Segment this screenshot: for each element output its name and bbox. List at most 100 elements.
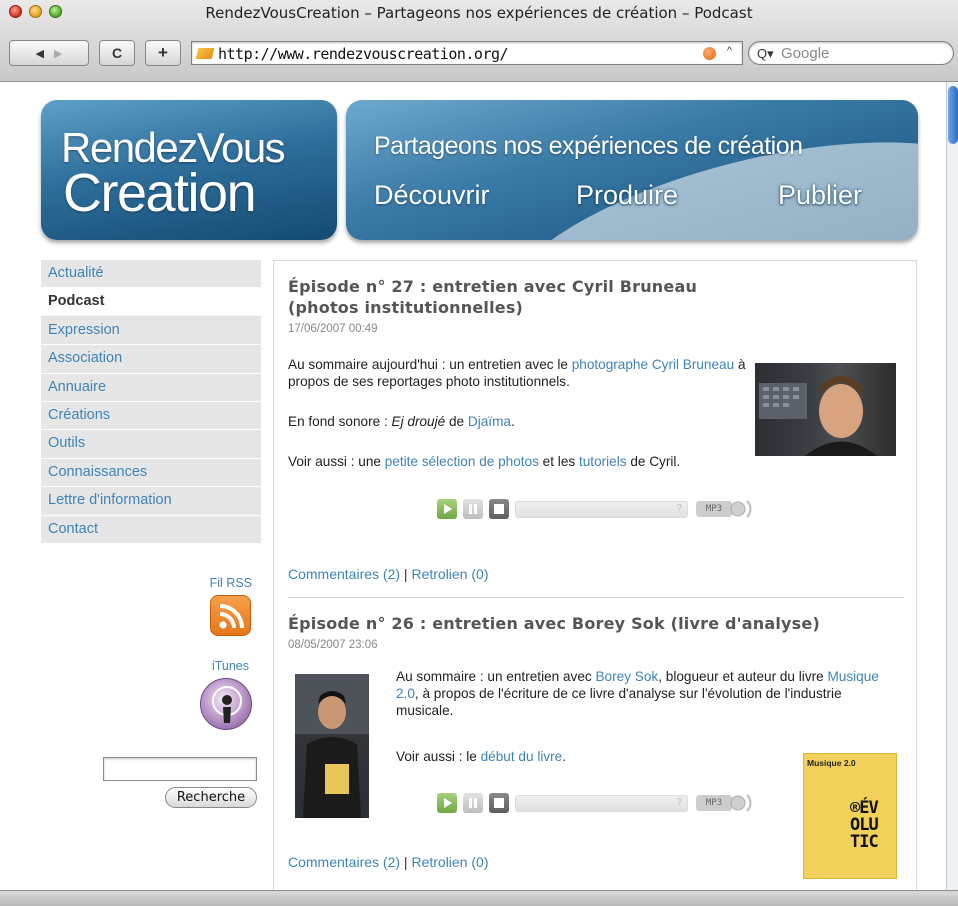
- episode-27-audio-player: ? MP3: [437, 498, 767, 520]
- stop-button[interactable]: [489, 499, 509, 519]
- see-text: de Cyril.: [626, 454, 681, 469]
- pause-button[interactable]: [463, 793, 483, 813]
- browser-status-bar: [0, 890, 958, 906]
- rss-feed-link[interactable]: Fil RSS: [160, 576, 252, 590]
- link-separator: |: [400, 566, 412, 582]
- pause-button[interactable]: [463, 499, 483, 519]
- trackbacks-link[interactable]: Retrolien (0): [411, 566, 488, 582]
- play-button[interactable]: [437, 499, 457, 519]
- borey-sok-link[interactable]: Borey Sok: [595, 669, 658, 684]
- volume-icon[interactable]: [728, 789, 756, 817]
- history-caret-icon[interactable]: ^: [727, 45, 732, 57]
- nav-item-outils[interactable]: Outils: [41, 430, 261, 459]
- book-cover-title: Musique 2.0: [807, 758, 856, 768]
- djaima-link[interactable]: Djaïma: [468, 414, 511, 429]
- logo-line2: Creation: [63, 163, 257, 223]
- rss-feed-icon[interactable]: [210, 595, 251, 636]
- nav-item-podcast[interactable]: Podcast: [41, 288, 261, 317]
- nav-item-expression[interactable]: Expression: [41, 316, 261, 346]
- nav-item-creations[interactable]: Créations: [41, 401, 261, 431]
- reload-button[interactable]: C: [99, 40, 135, 66]
- nav-item-annuaire[interactable]: Annuaire: [41, 373, 261, 402]
- photographer-link[interactable]: photographe Cyril Bruneau: [572, 357, 734, 372]
- summary-text: Au sommaire aujourd'hui : un entretien a…: [288, 357, 572, 372]
- link-separator: |: [400, 854, 412, 870]
- banner-word-decouvrir: Découvrir: [374, 180, 490, 210]
- episode-26-summary: Au sommaire : un entretien avec Borey So…: [396, 668, 896, 719]
- see-text: et les: [538, 454, 579, 469]
- scrollbar-thumb[interactable]: [948, 86, 958, 144]
- see-text: .: [562, 749, 567, 764]
- site-logo[interactable]: RendezVous Creation: [41, 100, 337, 240]
- site-favicon-icon: [195, 48, 215, 59]
- episode-26-title[interactable]: Épisode n° 26 : entretien avec Borey Sok…: [288, 613, 908, 634]
- back-forward-buttons[interactable]: ◀ ▶: [9, 40, 89, 66]
- comments-link[interactable]: Commentaires (2): [288, 854, 400, 870]
- stop-button[interactable]: [489, 793, 509, 813]
- nav-item-connaissances[interactable]: Connaissances: [41, 458, 261, 488]
- nav-item-contact[interactable]: Contact: [41, 515, 261, 544]
- tutorials-link[interactable]: tutoriels: [579, 454, 627, 469]
- book-cover-image[interactable]: Musique 2.0 ®ÉV OLU TIC: [803, 753, 897, 879]
- episode-26-date: 08/05/2007 23:06: [288, 639, 378, 651]
- browser-search-field[interactable]: Q▾ Google: [748, 41, 954, 65]
- see-text: Voir aussi : une: [288, 454, 385, 469]
- photos-selection-link[interactable]: petite sélection de photos: [385, 454, 539, 469]
- site-search-input[interactable]: [103, 757, 257, 781]
- search-button[interactable]: Recherche: [165, 787, 257, 808]
- bg-text: .: [510, 414, 515, 429]
- main-content: Épisode n° 27 : entretien avec Cyril Bru…: [273, 260, 917, 890]
- back-arrow-icon[interactable]: ◀: [36, 47, 44, 60]
- book-cover-text: ®ÉV OLU TIC: [850, 798, 879, 852]
- episode-27-title[interactable]: Épisode n° 27 : entretien avec Cyril Bru…: [288, 276, 768, 318]
- rss-subscribe-icon[interactable]: [703, 47, 716, 60]
- comments-link[interactable]: Commentaires (2): [288, 566, 400, 582]
- plus-icon: +: [158, 43, 168, 62]
- bg-text: En fond sonore :: [288, 414, 392, 429]
- address-bar[interactable]: http://www.rendezvouscreation.org/ ^: [191, 41, 743, 65]
- episode-27-background-music: En fond sonore : Ej droujé de Djaïma.: [288, 413, 748, 430]
- play-button[interactable]: [437, 793, 457, 813]
- bg-text: de: [445, 414, 468, 429]
- banner-tagline: Partageons nos expériences de création: [374, 132, 803, 160]
- see-text: Voir aussi : le: [396, 749, 481, 764]
- url-text[interactable]: http://www.rendezvouscreation.org/: [218, 45, 509, 63]
- nav-item-association[interactable]: Association: [41, 345, 261, 374]
- time-placeholder: ?: [676, 503, 682, 514]
- volume-icon[interactable]: [728, 495, 756, 523]
- forward-arrow-icon[interactable]: ▶: [54, 47, 62, 60]
- episode-27-footer-links: Commentaires (2) | Retrolien (0): [288, 566, 488, 582]
- cyril-bruneau-photo: [755, 363, 896, 456]
- search-icon[interactable]: Q▾: [757, 46, 774, 62]
- episode-27-summary: Au sommaire aujourd'hui : un entretien a…: [288, 356, 748, 390]
- nav-item-actualite[interactable]: Actualité: [41, 260, 261, 289]
- mp3-download-button[interactable]: MP3: [696, 501, 732, 517]
- banner-swoosh-decoration: [481, 100, 918, 240]
- trackbacks-link[interactable]: Retrolien (0): [411, 854, 488, 870]
- book-start-link[interactable]: début du livre: [481, 749, 563, 764]
- banner-word-produire: Produire: [576, 180, 679, 210]
- episode-26-footer-links: Commentaires (2) | Retrolien (0): [288, 854, 488, 870]
- episode-26-see-also: Voir aussi : le début du livre.: [396, 748, 796, 765]
- time-placeholder: ?: [676, 797, 682, 808]
- vertical-scrollbar[interactable]: [946, 82, 958, 890]
- itunes-podcast-icon[interactable]: [200, 678, 252, 730]
- window-title: RendezVousCreation – Partageons nos expé…: [205, 4, 753, 22]
- summary-text: Au sommaire : un entretien avec: [396, 669, 596, 684]
- episode-26-audio-player: ? MP3: [437, 792, 767, 814]
- episode-27-date: 17/06/2007 00:49: [288, 323, 378, 335]
- episode-divider: [288, 597, 904, 598]
- nav-item-lettre-information[interactable]: Lettre d'information: [41, 487, 261, 516]
- banner-word-publier: Publier: [778, 180, 863, 210]
- search-placeholder: Google: [781, 45, 830, 62]
- add-bookmark-button[interactable]: +: [145, 40, 181, 66]
- mp3-download-button[interactable]: MP3: [696, 795, 732, 811]
- site-banner: Partageons nos expériences de création D…: [346, 100, 918, 240]
- progress-track[interactable]: ?: [515, 795, 688, 812]
- itunes-link[interactable]: iTunes: [160, 659, 249, 673]
- progress-track[interactable]: ?: [515, 501, 688, 518]
- episode-27-see-also: Voir aussi : une petite sélection de pho…: [288, 453, 758, 470]
- summary-text: , blogueur et auteur du livre: [658, 669, 828, 684]
- borey-sok-photo: [295, 674, 369, 818]
- reload-icon: C: [111, 45, 123, 61]
